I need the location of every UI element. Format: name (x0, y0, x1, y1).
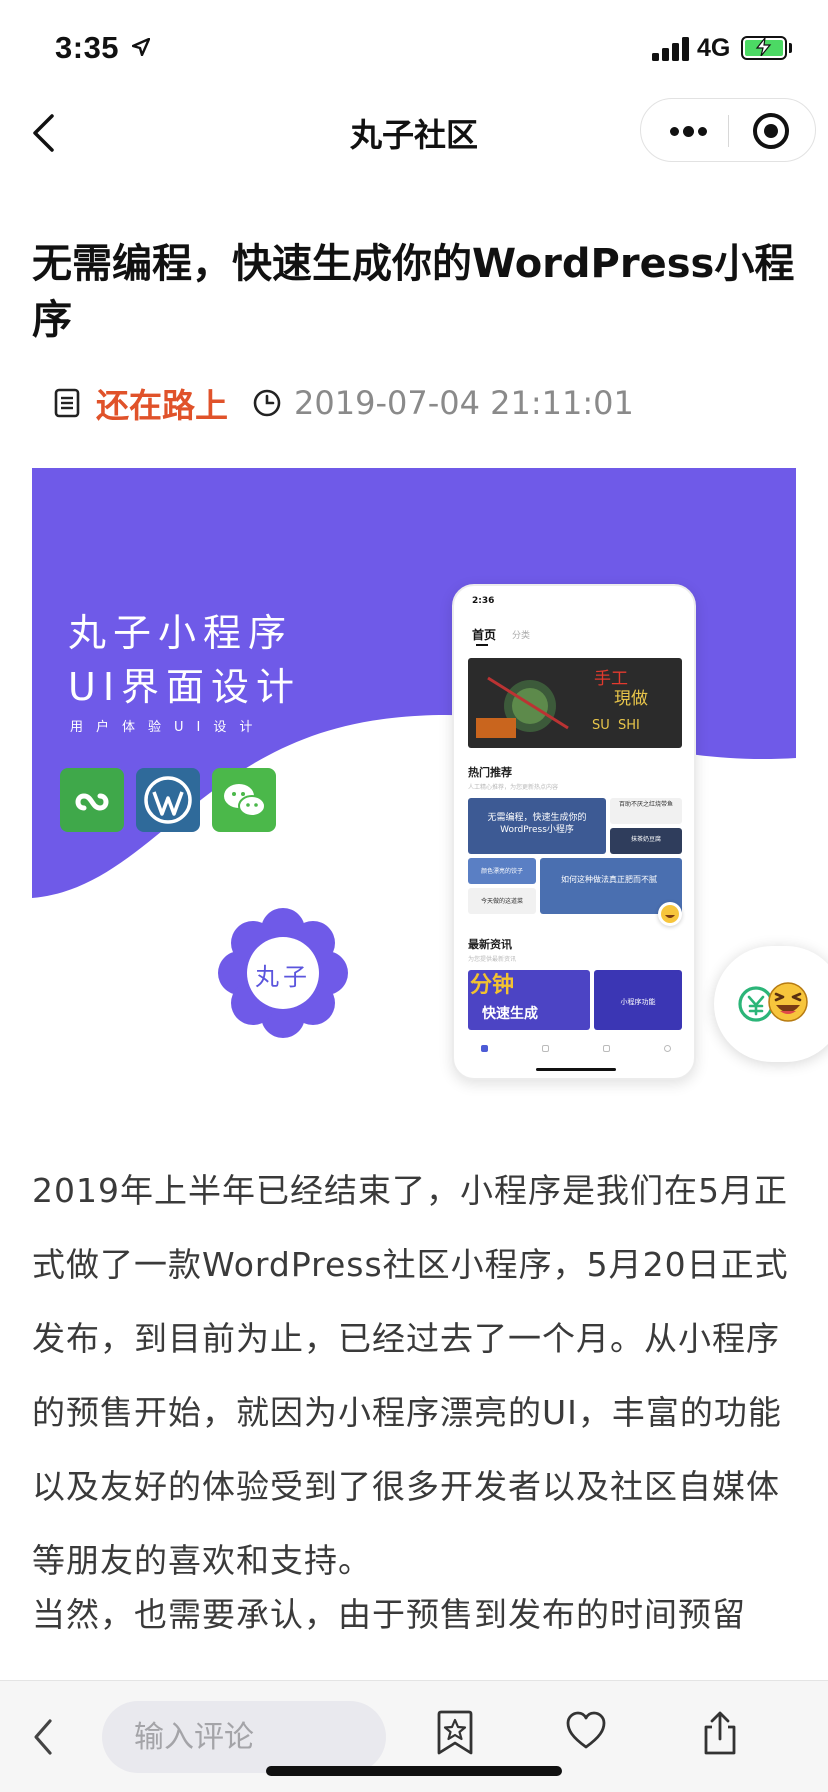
mock-card-small1: 颜色漂亮的饺子 (468, 858, 536, 884)
mock-card-diet-text: 如何这种做法真正肥而不腻 (561, 875, 657, 884)
hero-title-line2: UI界面设计 (68, 665, 302, 709)
mock-tab-home: 首页 (472, 628, 497, 642)
close-miniprogram-icon[interactable] (753, 113, 789, 149)
battery-icon (741, 36, 787, 60)
mock-tab-category: 分类 (512, 631, 531, 641)
mock-section-news-sub: 为您提供最新资讯 (468, 956, 517, 963)
article-paragraph: 2019年上半年已经结束了，小程序是我们在5月正式做了一款WordPress社区… (32, 1171, 789, 1580)
mock-section-hot: 热门推荐 (468, 766, 512, 779)
location-arrow-icon (132, 38, 150, 56)
status-bar: 3:35 4G (0, 0, 828, 96)
mock-tab-underline (476, 644, 488, 646)
mock-card-side1-text: 百助不厌之红烧带鱼 (618, 801, 673, 808)
article-title: 无需编程，快速生成你的WordPress小程序 (32, 241, 795, 343)
mock-emoji-button (658, 902, 682, 926)
mock-news-card2: 小程序功能 (594, 970, 682, 1030)
author-document-icon (54, 388, 80, 418)
mock-news-card2-text: 小程序功能 (620, 998, 656, 1006)
share-icon[interactable] (700, 1709, 740, 1757)
mock-card-small2-text: 今天做的这道菜 (480, 898, 523, 905)
back-arrow-icon[interactable] (30, 1717, 58, 1757)
phone-mockup: 2:36 首页 分类 手工 現做 SU SHI 热门推荐 人工精心推荐，为您更新… (452, 584, 696, 1080)
mock-card-main: 无需编程，快速生成你的WordPress小程序 (468, 798, 606, 854)
mock-tab-icon (603, 1044, 610, 1052)
mock-card-small2: 今天做的这道菜 (468, 888, 536, 914)
floating-emoji-widget[interactable] (714, 946, 828, 1062)
status-time: 3:35 (55, 30, 120, 65)
mock-card-side2: 抹茶奶豆腐 (610, 828, 682, 854)
mock-home-indicator (536, 1068, 616, 1071)
comment-input[interactable] (102, 1701, 386, 1773)
mock-tab-icon (542, 1044, 549, 1052)
mock-card-side2-text: 抹茶奶豆腐 (630, 836, 661, 843)
mock-card-small1-text: 颜色漂亮的饺子 (480, 868, 523, 875)
mock-banner-line1: 手工 (594, 669, 628, 689)
mock-tab-icon (664, 1044, 671, 1052)
mock-news-card1-small: 快速生成 (482, 1006, 538, 1022)
nav-bar: 丸子社区 (0, 96, 828, 168)
mock-news-card1-big: 分钟 (470, 973, 515, 998)
battery-cap (789, 43, 792, 53)
mock-section-news: 最新资讯 (468, 938, 512, 951)
mock-tabbar (454, 1036, 694, 1060)
miniprogram-capsule (640, 98, 816, 162)
wechat-logo-icon (212, 768, 276, 832)
mock-card-main-text: 无需编程，快速生成你的WordPress小程序 (487, 813, 587, 835)
wanzi-badge: 丸子 (218, 908, 348, 1038)
mock-tab-icon (481, 1044, 488, 1052)
network-label: 4G (697, 34, 731, 62)
mock-banner-line2: 現做 (614, 689, 648, 709)
hero-subtitle: 用户体验UI设计 (70, 720, 266, 735)
publish-date: 2019-07-04 21:11:01 (294, 384, 634, 422)
article-hero-image: 丸子小程序 UI界面设计 用户体验UI设计 丸子 2:36 首页 分类 手工 現… (32, 468, 796, 1096)
laughing-emoji-icon (768, 982, 808, 1022)
signal-icon (652, 37, 692, 61)
more-menu-icon[interactable] (663, 115, 713, 147)
mock-section-hot-sub: 人工精心推荐，为您更新热点内容 (468, 784, 559, 791)
capsule-divider (728, 115, 729, 147)
mock-card-side1: 百助不厌之红烧带鱼 (610, 798, 682, 824)
miniprogram-logo-icon (60, 768, 124, 832)
bookmark-star-icon[interactable] (435, 1709, 475, 1757)
mock-news-card1: 分钟 快速生成 (468, 970, 590, 1030)
mock-time: 2:36 (472, 596, 495, 606)
mock-banner: 手工 現做 SU SHI (468, 658, 682, 748)
mock-banner-sushi: SU SHI (592, 718, 640, 733)
article-meta: 还在路上 2019-07-04 21:11:01 (54, 380, 634, 426)
hero-title-line1: 丸子小程序 (68, 611, 294, 655)
badge-text: 丸子 (255, 963, 311, 991)
author-name[interactable]: 还在路上 (96, 379, 228, 427)
hero-title: 丸子小程序 UI界面设计 (68, 606, 301, 714)
like-heart-icon[interactable] (564, 1709, 608, 1753)
article-paragraph: 当然，也需要承认，由于预售到发布的时间预留 (32, 1595, 746, 1634)
wordpress-logo-icon (136, 768, 200, 832)
clock-icon (253, 389, 281, 417)
home-indicator (266, 1766, 562, 1776)
